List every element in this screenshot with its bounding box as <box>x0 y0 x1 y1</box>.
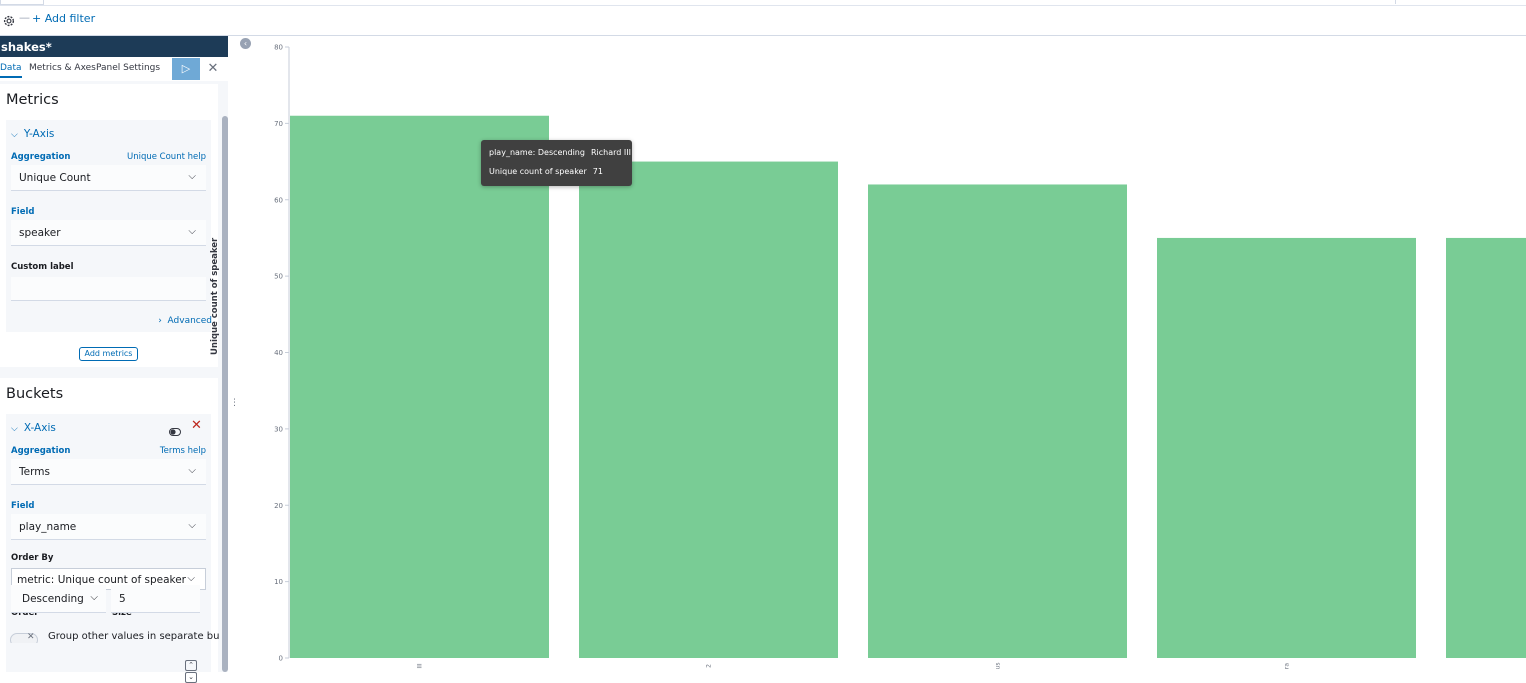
chevron-down-icon: ⌵ <box>188 465 196 476</box>
tooltip-key: play_name: Descending <box>489 148 585 157</box>
x-tick-label: ra <box>1284 663 1291 669</box>
tab-panel-settings[interactable]: Panel Settings <box>96 63 160 73</box>
aggregation-help-link[interactable]: Unique Count help <box>127 152 206 162</box>
y-tick-label: 60 <box>274 196 283 204</box>
metrics-panel: Metrics ⌵ Y-Axis Aggregation Unique Count… <box>0 84 218 367</box>
y-axis-header[interactable]: ⌵ Y-Axis <box>11 128 54 140</box>
add-metrics-button[interactable]: Add metrics <box>79 347 138 361</box>
chevron-down-icon: ⌵ <box>188 171 196 182</box>
y-tick-label: 0 <box>279 655 283 663</box>
query-bar-stub <box>0 0 44 5</box>
tooltip-row: play_name: Descending Richard III <box>489 148 632 167</box>
chevron-right-icon: › <box>158 316 162 326</box>
field-select[interactable]: speaker ⌵ <box>11 220 206 246</box>
size-decrement-button[interactable]: ⌄ <box>185 672 197 683</box>
order-by-label: Order By <box>11 553 54 563</box>
advanced-toggle[interactable]: › Advanced <box>158 316 212 326</box>
chevron-down-icon: ⌵ <box>188 520 196 531</box>
x-tick-label: III <box>417 663 424 669</box>
custom-label-input[interactable] <box>11 277 206 301</box>
tooltip-key: Unique count of speaker <box>489 167 587 176</box>
discard-changes-button[interactable]: ✕ <box>206 60 220 78</box>
gear-icon[interactable] <box>2 13 16 27</box>
size-increment-button[interactable]: ⌃ <box>185 660 197 671</box>
editor-sidebar: shakes* Data Metrics & Axes Panel Settin… <box>0 36 228 683</box>
size-input[interactable]: 5 <box>111 585 200 613</box>
aggregation-select[interactable]: Terms ⌵ <box>11 459 206 485</box>
aggregation-select[interactable]: Unique Count ⌵ <box>11 165 206 191</box>
add-filter-button[interactable]: + Add filter <box>32 12 95 25</box>
y-tick-label: 30 <box>274 425 283 433</box>
filter-separator: — <box>19 11 30 24</box>
bar-chart: 0 10 20 30 40 50 60 70 80 III 2 us ra <box>255 36 1526 672</box>
chevron-down-icon: ⌵ <box>11 130 18 140</box>
sidebar-tabs: Data Metrics & Axes Panel Settings ▷ ✕ <box>0 57 228 81</box>
y-tick-label: 20 <box>274 502 283 510</box>
y-axis-title: Unique count of speaker <box>210 237 220 355</box>
y-tick-label: 40 <box>274 349 283 357</box>
aggregation-label: Aggregation <box>11 446 71 456</box>
group-other-switch[interactable]: ✕ <box>10 632 38 643</box>
close-icon: ✕ <box>207 61 219 76</box>
tooltip-value: Richard III <box>590 148 631 157</box>
chart-bar[interactable] <box>579 161 838 658</box>
play-icon: ▷ <box>181 62 191 75</box>
x-tick-label: 2 <box>706 664 713 668</box>
toggle-icon[interactable] <box>169 422 181 436</box>
order-select[interactable]: Descending ⌵ <box>11 585 106 613</box>
field-label: Field <box>11 501 35 511</box>
tooltip-value: 71 <box>592 167 603 176</box>
tab-data[interactable]: Data <box>0 63 22 78</box>
y-tick-label: 80 <box>274 44 283 52</box>
tab-metrics-axes[interactable]: Metrics & Axes <box>29 63 96 73</box>
chart-canvas: 0 10 20 30 40 50 60 70 80 III 2 us ra <box>274 44 1526 670</box>
x-axis-header[interactable]: ⌵ X-Axis <box>11 422 56 434</box>
buckets-title: Buckets <box>6 386 64 402</box>
metrics-title: Metrics <box>6 92 59 108</box>
close-icon: ✕ <box>27 632 35 642</box>
remove-icon[interactable]: ✕ <box>191 418 202 433</box>
chevron-down-icon: ⌵ <box>188 226 196 237</box>
chart-tooltip: play_name: Descending Richard III Unique … <box>481 140 632 186</box>
sidebar-resize-handle[interactable]: ⋮ <box>230 398 239 408</box>
sidebar-scrollbar[interactable] <box>222 116 228 672</box>
field-label: Field <box>11 207 35 217</box>
group-other-label: Group other values in separate bucket <box>48 631 220 642</box>
filter-bar: — + Add filter <box>0 0 1526 36</box>
y-tick-label: 10 <box>274 578 283 586</box>
chart-bar[interactable] <box>1157 237 1416 658</box>
group-other-row: ✕ Group other values in separate bucket <box>10 629 220 643</box>
chart-bar[interactable] <box>290 115 549 659</box>
y-axis-agg: ⌵ Y-Axis Aggregation Unique Count help Un… <box>6 120 211 332</box>
collapse-sidebar-icon[interactable]: ‹ <box>240 38 251 49</box>
aggregation-label: Aggregation <box>11 152 71 162</box>
chart-bar[interactable] <box>868 184 1127 658</box>
y-tick-label: 70 <box>274 120 283 128</box>
apply-changes-button[interactable]: ▷ <box>172 58 200 80</box>
chevron-down-icon: ⌵ <box>90 592 98 603</box>
chevron-down-icon: ⌵ <box>187 573 195 584</box>
buckets-panel: Buckets ⌵ X-Axis ✕ Aggregation Terms help… <box>0 378 220 683</box>
index-pattern-title: shakes* <box>0 36 228 57</box>
y-tick-label: 50 <box>274 273 283 281</box>
chart-bar[interactable] <box>1446 237 1526 658</box>
field-select[interactable]: play_name ⌵ <box>11 514 206 540</box>
aggregation-help-link[interactable]: Terms help <box>160 446 206 456</box>
chevron-down-icon: ⌵ <box>11 424 18 434</box>
tooltip-row: Unique count of speaker 71 <box>489 167 632 186</box>
time-picker-stub <box>1395 0 1526 4</box>
x-tick-label: us <box>995 663 1002 670</box>
custom-label-label: Custom label <box>11 262 74 272</box>
query-bar-edge <box>0 0 1526 6</box>
